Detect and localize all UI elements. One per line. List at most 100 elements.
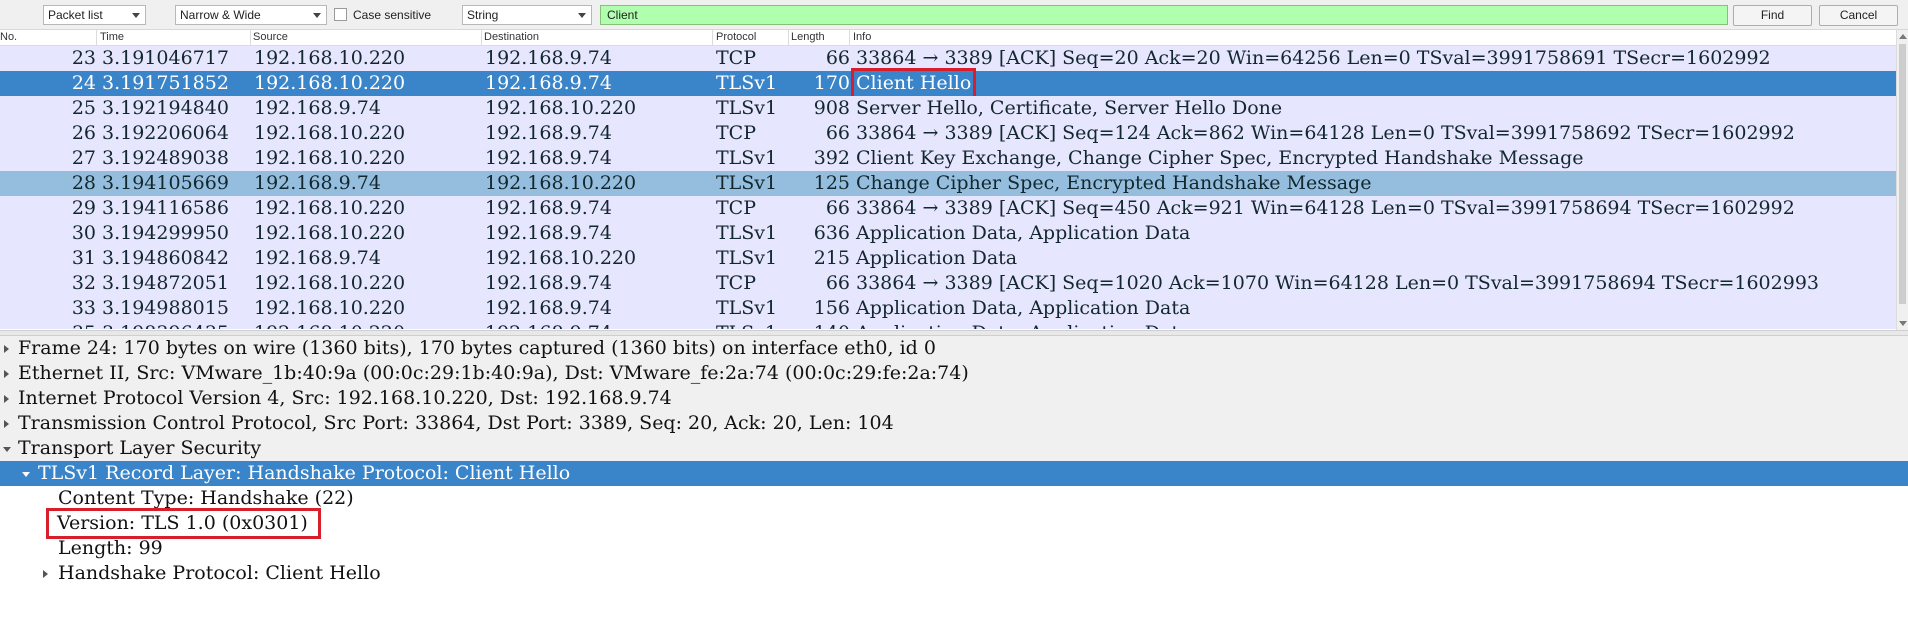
packet-length: 66 bbox=[825, 272, 850, 294]
scrollbar-thumb[interactable] bbox=[1899, 44, 1906, 304]
packet-list-scrollbar[interactable] bbox=[1896, 30, 1908, 330]
tree-item-frame[interactable]: Frame 24: 170 bytes on wire (1360 bits),… bbox=[0, 336, 1908, 361]
packet-no: 32 bbox=[71, 272, 96, 294]
packet-destination: 192.168.10.220 bbox=[485, 172, 637, 194]
find-packet-toolbar: Packet list Narrow & Wide Case sensitive… bbox=[0, 0, 1908, 30]
packet-list-header: No. Time Source Destination Protocol Len… bbox=[0, 30, 1896, 46]
scroll-down-icon[interactable] bbox=[1899, 321, 1907, 326]
expand-arrow-icon[interactable] bbox=[2, 386, 12, 411]
tree-item-label: Handshake Protocol: Client Hello bbox=[58, 562, 381, 584]
packet-protocol: TCP bbox=[716, 197, 756, 219]
packet-info: Application Data, Application Data bbox=[856, 297, 1191, 319]
packet-time: 3.191751852 bbox=[102, 72, 229, 94]
column-header-info[interactable]: Info bbox=[853, 31, 871, 43]
packet-destination: 192.168.9.74 bbox=[485, 197, 612, 219]
collapse-arrow-icon[interactable] bbox=[21, 461, 31, 486]
packet-destination: 192.168.9.74 bbox=[485, 47, 612, 69]
search-in-select[interactable]: Packet list bbox=[43, 5, 146, 25]
packet-protocol: TLSv1 bbox=[716, 147, 778, 169]
tree-item-version[interactable]: Version: TLS 1.0 (0x0301) bbox=[0, 508, 1908, 539]
packet-row[interactable]: 33 3.194988015 192.168.10.220 192.168.9.… bbox=[0, 296, 1896, 321]
tree-item-record-layer[interactable]: TLSv1 Record Layer: Handshake Protocol: … bbox=[0, 461, 1908, 486]
packet-row-related[interactable]: 28 3.194105669 192.168.9.74 192.168.10.2… bbox=[0, 171, 1896, 196]
case-sensitive-toggle[interactable]: Case sensitive bbox=[334, 5, 431, 25]
expand-arrow-icon[interactable] bbox=[2, 361, 12, 386]
expand-arrow-icon[interactable] bbox=[2, 411, 12, 436]
tree-item-ethernet[interactable]: Ethernet II, Src: VMware_1b:40:9a (00:0c… bbox=[0, 361, 1908, 386]
expand-arrow-icon[interactable] bbox=[41, 561, 51, 586]
packet-time: 3.194872051 bbox=[102, 272, 229, 294]
packet-protocol: TLSv1 bbox=[716, 97, 778, 119]
tree-item-tls[interactable]: Transport Layer Security bbox=[0, 436, 1908, 461]
packet-row[interactable]: 32 3.194872051 192.168.10.220 192.168.9.… bbox=[0, 271, 1896, 296]
find-button[interactable]: Find bbox=[1733, 5, 1812, 26]
expand-arrow-icon[interactable] bbox=[2, 336, 12, 361]
packet-time: 3.194988015 bbox=[102, 297, 229, 319]
column-header-destination[interactable]: Destination bbox=[484, 31, 539, 43]
packet-info: 33864 → 3389 [ACK] Seq=1020 Ack=1070 Win… bbox=[856, 272, 1819, 294]
search-input-value: Client bbox=[607, 8, 638, 22]
packet-info: Server Hello, Certificate, Server Hello … bbox=[856, 97, 1283, 119]
packet-length: 66 bbox=[825, 122, 850, 144]
scroll-up-icon[interactable] bbox=[1899, 34, 1907, 39]
packet-source: 192.168.9.74 bbox=[254, 172, 381, 194]
packet-info: 33864 → 3389 [ACK] Seq=450 Ack=921 Win=6… bbox=[856, 197, 1795, 219]
search-type-select[interactable]: String bbox=[462, 5, 592, 25]
packet-row[interactable]: 25 3.192194840 192.168.9.74 192.168.10.2… bbox=[0, 96, 1896, 121]
packet-row[interactable]: 27 3.192489038 192.168.10.220 192.168.9.… bbox=[0, 146, 1896, 171]
collapse-arrow-icon[interactable] bbox=[2, 436, 12, 461]
tree-item-label: Internet Protocol Version 4, Src: 192.16… bbox=[18, 387, 672, 409]
packet-source: 192.168.9.74 bbox=[254, 97, 381, 119]
search-input[interactable]: Client bbox=[600, 5, 1728, 25]
packet-time: 3.192206064 bbox=[102, 122, 229, 144]
packet-details-tree: Frame 24: 170 bytes on wire (1360 bits),… bbox=[0, 336, 1908, 624]
packet-source: 192.168.10.220 bbox=[254, 222, 406, 244]
packet-time: 3.194299950 bbox=[102, 222, 229, 244]
packet-protocol: TLSv1 bbox=[716, 247, 778, 269]
case-sensitive-label: Case sensitive bbox=[353, 8, 432, 22]
packet-no: 29 bbox=[71, 197, 96, 219]
column-header-length[interactable]: Length bbox=[791, 31, 825, 43]
tree-item-label-highlighted: Version: TLS 1.0 (0x0301) bbox=[46, 508, 321, 539]
tree-item-length[interactable]: Length: 99 bbox=[0, 536, 1908, 561]
packet-row[interactable]: 26 3.192206064 192.168.10.220 192.168.9.… bbox=[0, 121, 1896, 146]
tree-item-label: TLSv1 Record Layer: Handshake Protocol: … bbox=[38, 462, 571, 484]
column-header-no[interactable]: No. bbox=[0, 31, 17, 43]
packet-protocol: TLSv1 bbox=[716, 172, 778, 194]
packet-time: 3.192489038 bbox=[102, 147, 229, 169]
packet-info: Application Data, Application Data bbox=[856, 222, 1191, 244]
packet-row[interactable]: 31 3.194860842 192.168.9.74 192.168.10.2… bbox=[0, 246, 1896, 271]
tree-item-label: Frame 24: 170 bytes on wire (1360 bits),… bbox=[18, 337, 936, 359]
packet-source: 192.168.10.220 bbox=[254, 122, 406, 144]
search-in-value: Packet list bbox=[48, 8, 103, 22]
packet-row-selected[interactable]: 24 3.191751852 192.168.10.220 192.168.9.… bbox=[0, 68, 1896, 99]
packet-row-partial[interactable]: 35 3.198396435 192.168.10.220 192.168.9.… bbox=[0, 321, 1896, 329]
packet-row[interactable]: 30 3.194299950 192.168.10.220 192.168.9.… bbox=[0, 221, 1896, 246]
column-header-time[interactable]: Time bbox=[100, 31, 124, 43]
packet-source: 192.168.10.220 bbox=[254, 272, 406, 294]
packet-no: 31 bbox=[71, 247, 96, 269]
tree-item-tcp[interactable]: Transmission Control Protocol, Src Port:… bbox=[0, 411, 1908, 436]
cancel-button[interactable]: Cancel bbox=[1819, 5, 1898, 26]
packet-source: 192.168.9.74 bbox=[254, 247, 381, 269]
tree-item-label: Content Type: Handshake (22) bbox=[58, 487, 354, 509]
tree-item-ip[interactable]: Internet Protocol Version 4, Src: 192.16… bbox=[0, 386, 1908, 411]
charset-select[interactable]: Narrow & Wide bbox=[175, 5, 327, 25]
packet-protocol: TLSv1 bbox=[716, 321, 777, 329]
packet-no: 33 bbox=[71, 297, 96, 319]
packet-destination: 192.168.9.74 bbox=[485, 297, 612, 319]
tree-item-content-type[interactable]: Content Type: Handshake (22) bbox=[0, 486, 1908, 511]
packet-info: Client Key Exchange, Change Cipher Spec,… bbox=[856, 147, 1584, 169]
tree-item-handshake[interactable]: Handshake Protocol: Client Hello bbox=[0, 561, 1908, 586]
checkbox-icon[interactable] bbox=[334, 8, 347, 21]
chevron-down-icon bbox=[313, 13, 321, 18]
packet-no: 28 bbox=[71, 172, 96, 194]
packet-length: 215 bbox=[813, 247, 850, 269]
packet-row[interactable]: 29 3.194116586 192.168.10.220 192.168.9.… bbox=[0, 196, 1896, 221]
packet-length: 170 bbox=[813, 72, 850, 94]
packet-destination: 192.168.10.220 bbox=[485, 97, 637, 119]
column-header-protocol[interactable]: Protocol bbox=[716, 31, 756, 43]
packet-row[interactable]: 23 3.191046717 192.168.10.220 192.168.9.… bbox=[0, 46, 1896, 71]
column-header-source[interactable]: Source bbox=[253, 31, 288, 43]
packet-time: 3.194105669 bbox=[102, 172, 229, 194]
